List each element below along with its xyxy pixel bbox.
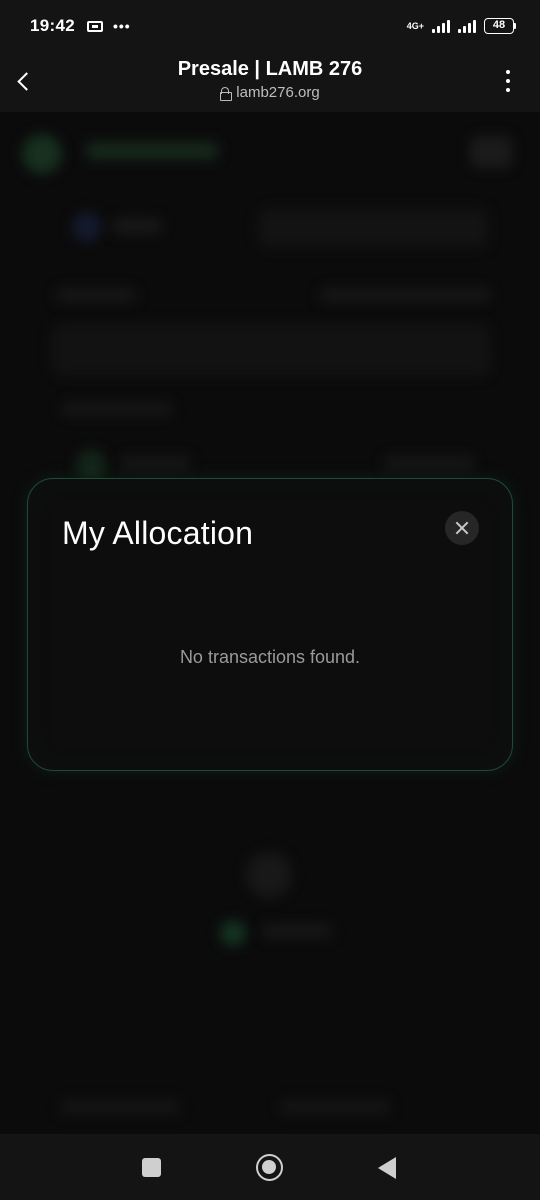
blurred-brand — [86, 142, 218, 160]
blurred-text — [62, 402, 172, 416]
status-notification-icons: ••• — [86, 18, 131, 34]
blurred-logo — [22, 134, 62, 174]
lock-icon — [220, 86, 233, 101]
recents-icon[interactable] — [142, 1158, 161, 1177]
more-dots-icon: ••• — [112, 18, 131, 34]
kebab-menu-icon[interactable] — [502, 68, 514, 94]
blurred-input — [52, 324, 490, 376]
system-navigation-bar — [0, 1134, 540, 1200]
empty-state-message: No transactions found. — [179, 647, 361, 667]
screen: 19:42 ••• 4G+ 48 Presale | LAMB 276 lamb… — [0, 0, 540, 1200]
blurred-row-icon — [76, 450, 106, 480]
page-title-block: Presale | LAMB 276 lamb276.org — [70, 56, 470, 101]
url-row[interactable]: lamb276.org — [70, 84, 470, 101]
blurred-circle — [246, 852, 292, 898]
url-text: lamb276.org — [236, 84, 320, 101]
battery-icon: 48 — [484, 18, 516, 34]
home-icon[interactable] — [256, 1154, 283, 1181]
blurred-footer-left — [60, 1100, 180, 1114]
blurred-caption — [262, 924, 332, 938]
status-bar: 19:42 ••• 4G+ 48 — [0, 0, 540, 52]
battery-level: 48 — [484, 18, 514, 34]
blurred-row-text — [120, 456, 190, 470]
blurred-green-dot — [220, 920, 246, 946]
network-type-label: 4G+ — [406, 20, 424, 31]
blurred-label — [56, 288, 136, 302]
status-time: 19:42 — [30, 16, 75, 35]
close-icon[interactable] — [445, 511, 479, 545]
blurred-pill — [112, 218, 162, 234]
signal-strength-icon — [432, 19, 450, 33]
modal-title: My Allocation — [62, 515, 254, 551]
browser-toolbar: Presale | LAMB 276 lamb276.org — [0, 52, 540, 112]
blurred-footer-right — [280, 1100, 390, 1114]
blurred-row-right — [384, 456, 474, 470]
blurred-field — [258, 208, 488, 248]
back-arrow-icon[interactable] — [12, 66, 34, 96]
page-title: Presale | LAMB 276 — [177, 58, 363, 80]
blurred-menu — [470, 136, 512, 168]
status-system-icons: 4G+ 48 — [407, 18, 516, 34]
signal-strength-icon-2 — [458, 19, 476, 33]
back-triangle-icon[interactable] — [378, 1157, 396, 1179]
sim-card-icon — [86, 20, 103, 32]
network-type-text: 4G+ — [406, 20, 424, 31]
blurred-coin — [72, 212, 102, 242]
blurred-value — [320, 288, 490, 302]
my-allocation-modal: My Allocation No transactions found. — [27, 478, 513, 771]
